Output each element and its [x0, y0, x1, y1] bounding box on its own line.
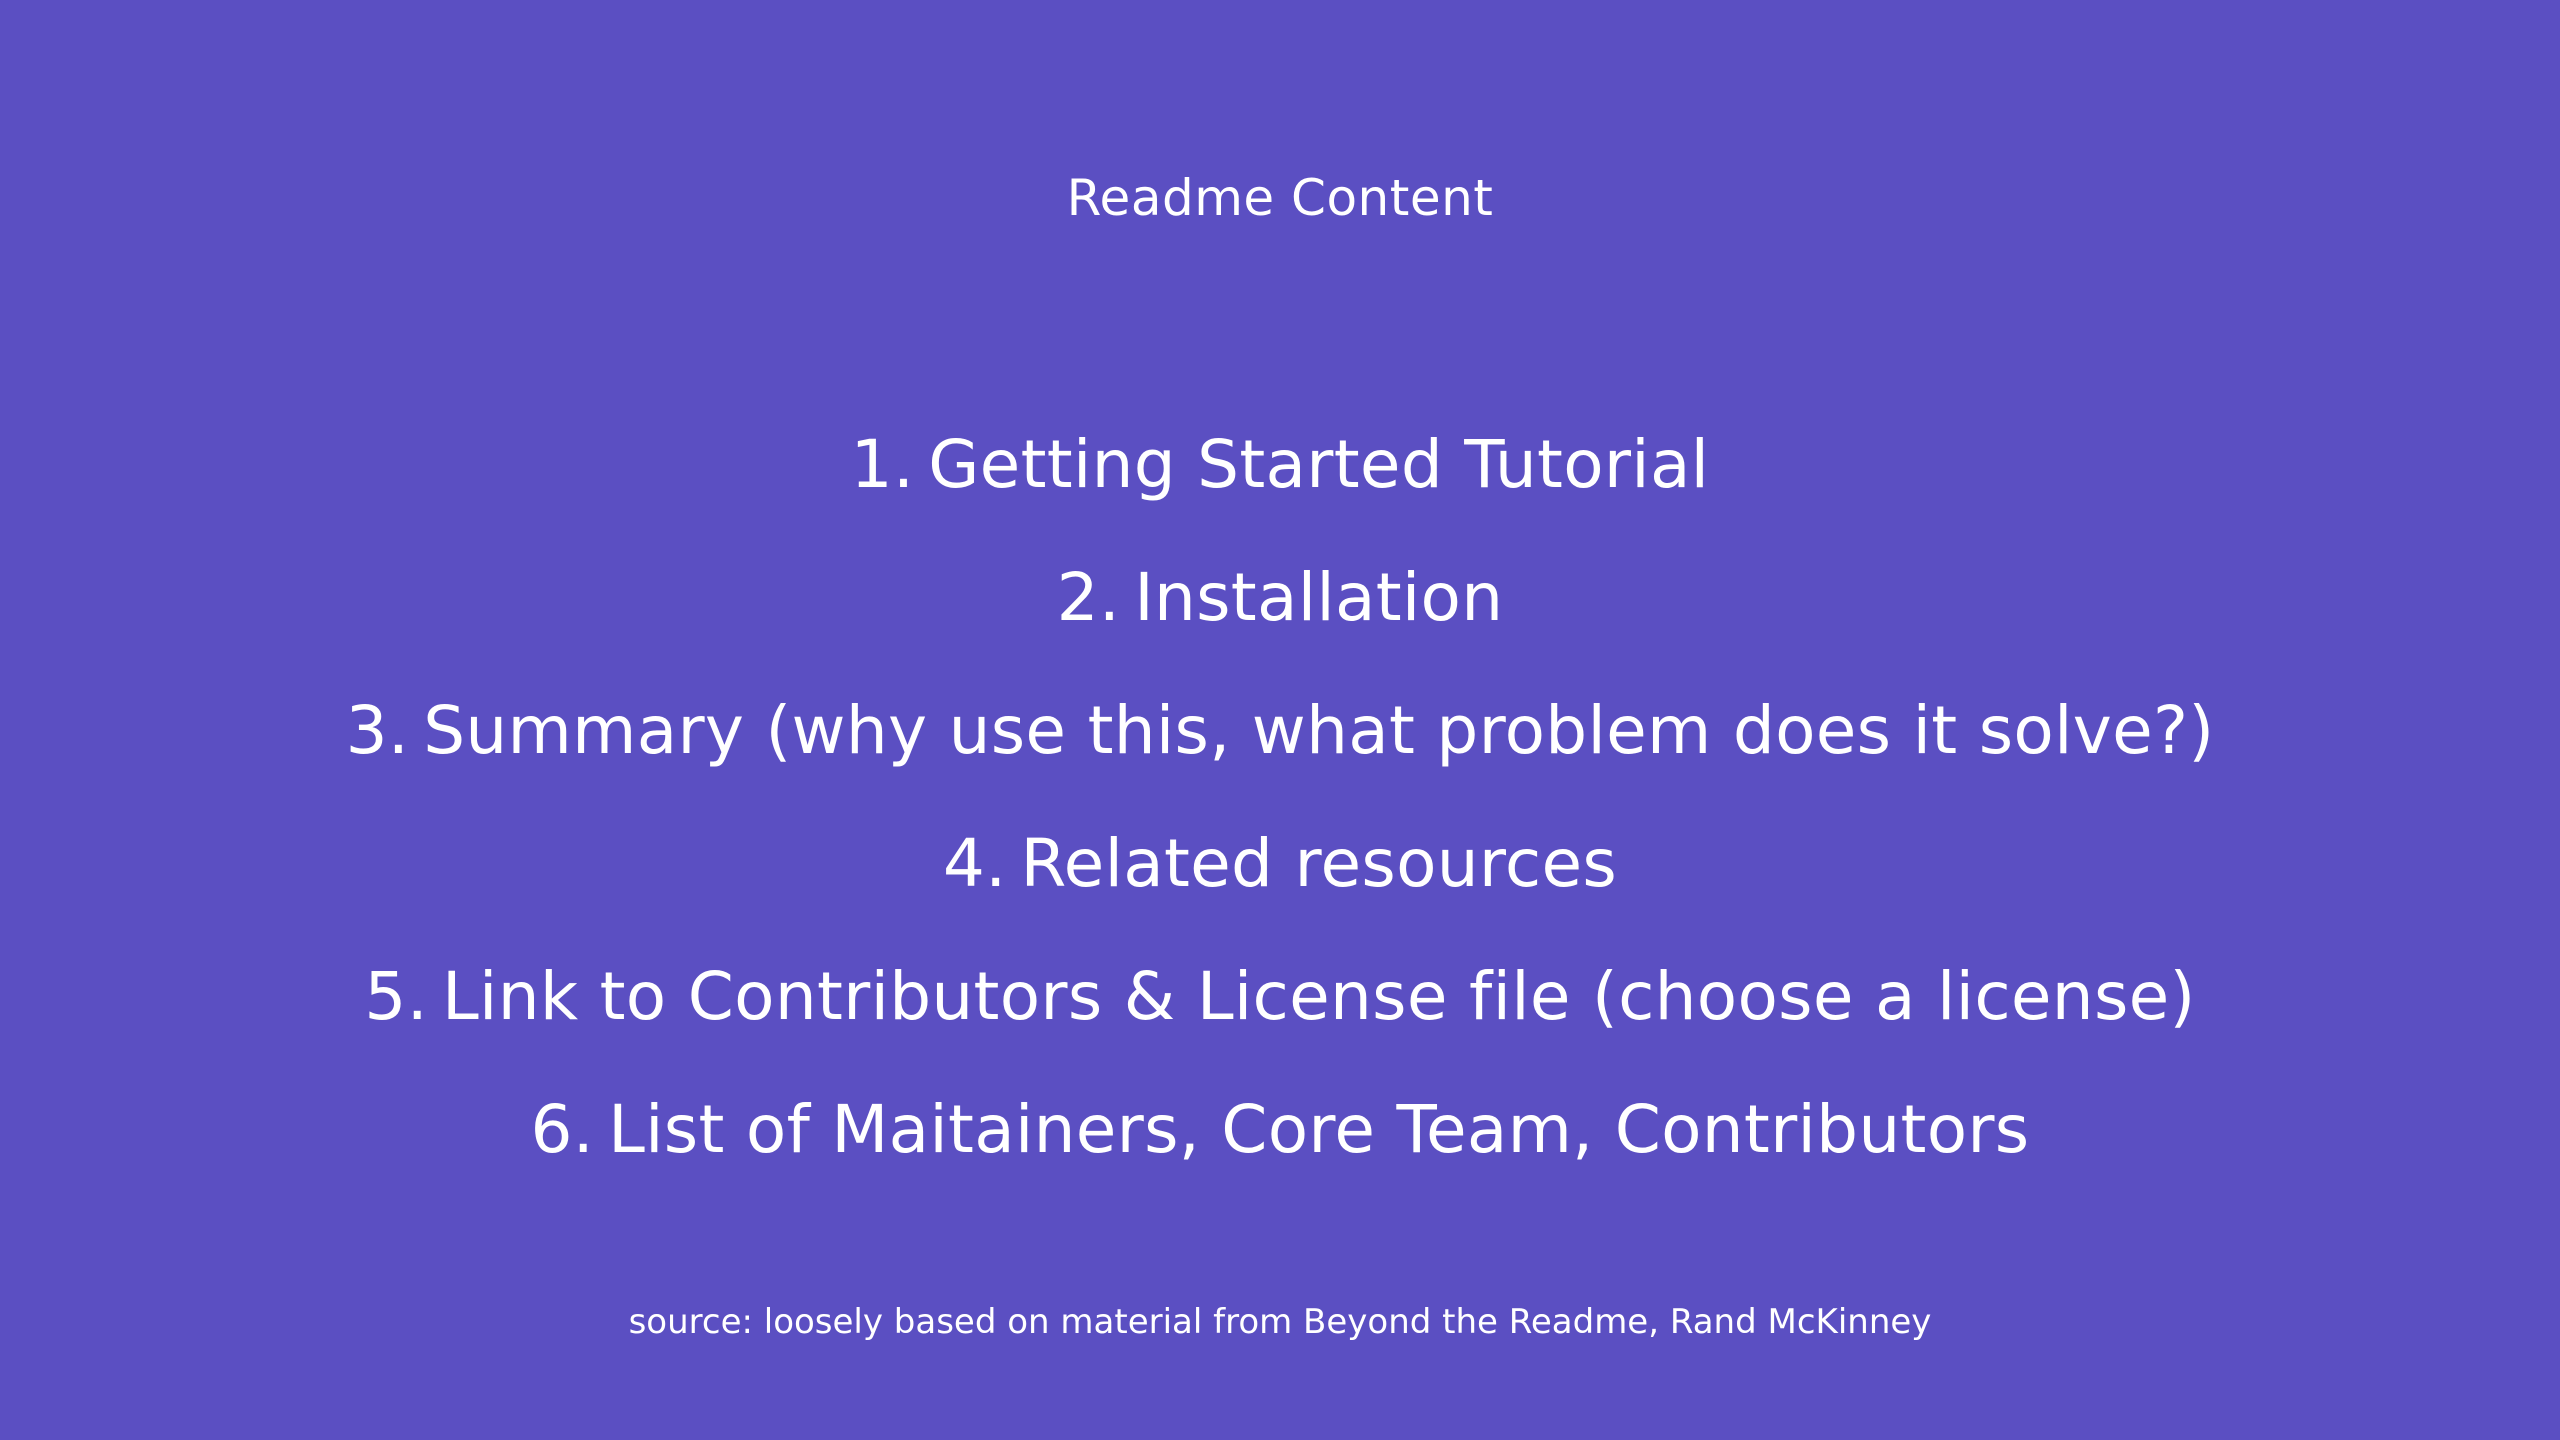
list-item: 5. Link to Contributors & License file (c… — [0, 930, 2560, 1063]
list-item-text: Installation — [1134, 559, 1504, 636]
slide: Readme Content 1. Getting Started Tutoria… — [0, 0, 2560, 1440]
list-item-number: 4. — [942, 825, 1007, 902]
list-item-text: List of Maitainers, Core Team, Contribut… — [608, 1091, 2030, 1168]
list-item: 2. Installation — [0, 531, 2560, 664]
readme-content-list: 1. Getting Started Tutorial 2. Installatio… — [0, 398, 2560, 1196]
list-item-number: 3. — [345, 692, 410, 769]
list-item: 4. Related resources — [0, 797, 2560, 930]
slide-title: Readme Content — [1066, 169, 1494, 227]
source-credit: source: loosely based on material from B… — [628, 1302, 1932, 1342]
list-item-number: 5. — [364, 958, 428, 1035]
list-item-text: Getting Started Tutorial — [928, 426, 1710, 503]
list-item-number: 2. — [1056, 559, 1121, 636]
list-item-number: 6. — [530, 1091, 595, 1168]
list-item-text: Related resources — [1020, 825, 1618, 902]
list-item-number: 1. — [850, 426, 915, 503]
list-item-text: Link to Contributors & License file (cho… — [441, 958, 2196, 1035]
list-item-text: Summary (why use this, what problem does… — [423, 692, 2215, 769]
list-item: 3. Summary (why use this, what problem do… — [0, 664, 2560, 797]
list-item: 1. Getting Started Tutorial — [0, 398, 2560, 531]
list-item: 6. List of Maitainers, Core Team, Contrib… — [0, 1063, 2560, 1196]
